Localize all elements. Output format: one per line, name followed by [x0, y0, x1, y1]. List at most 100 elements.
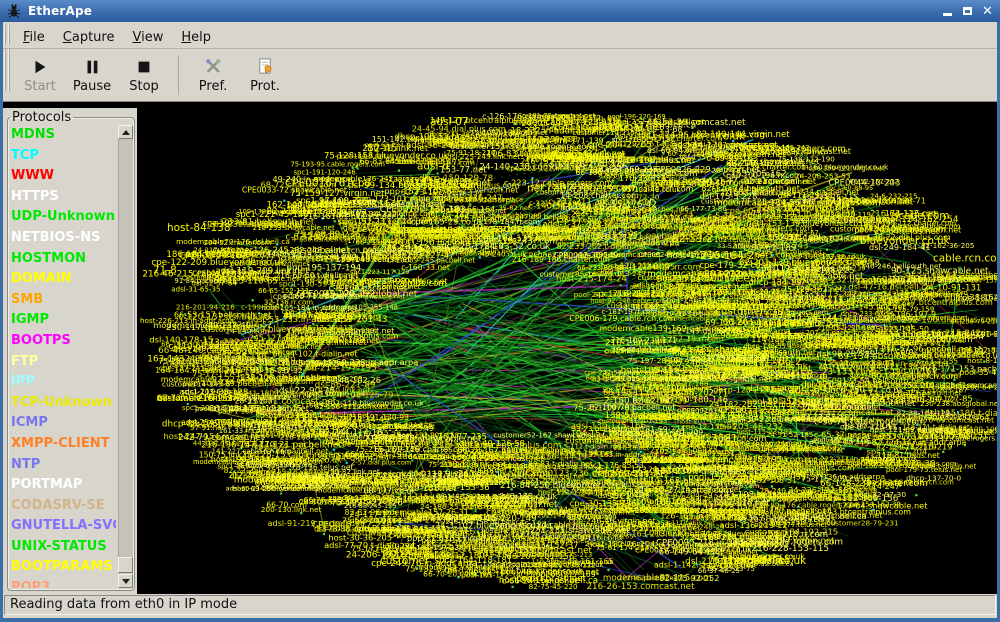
protocol-item-pop3: POP3	[11, 580, 51, 588]
maximize-icon	[963, 7, 972, 15]
node-label[interactable]: adsl-69	[788, 385, 827, 397]
protocols-scrollbar[interactable]	[118, 125, 133, 588]
menu-view[interactable]: View	[123, 27, 172, 48]
scrollbar-thumb[interactable]	[118, 557, 133, 573]
node-label[interactable]: customer13081	[655, 433, 738, 445]
svg-text:adsl-249-78-203: adsl-249-78-203	[786, 303, 841, 311]
svg-text:ppp-78-62-19: ppp-78-62-19	[287, 199, 343, 209]
menubar-grip-handle[interactable]	[4, 24, 11, 46]
svg-text:adsl-96-242-159: adsl-96-242-159	[406, 141, 477, 151]
svg-text:1-160.blueyonder.co.uk: 1-160.blueyonder.co.uk	[801, 163, 889, 172]
protocol-item-unix-status: UNIX-STATUS	[11, 538, 107, 554]
node-label[interactable]: customer	[380, 555, 430, 567]
minimize-button[interactable]	[939, 4, 956, 19]
node-label[interactable]: co.uk	[717, 131, 746, 143]
svg-text:ppp-116-79-159: ppp-116-79-159	[877, 305, 934, 314]
svg-text:cpe-62-79-175: cpe-62-79-175	[744, 408, 795, 416]
svg-text:spc1-37-68-136: spc1-37-68-136	[818, 484, 877, 493]
node-label[interactable]: 71-8	[153, 265, 177, 277]
node-label[interactable]: blueyonder.co.uk	[860, 235, 951, 247]
svg-text:9-110.co.uk: 9-110.co.uk	[580, 534, 624, 543]
prot-button[interactable]: Prot.	[240, 51, 290, 99]
svg-text:66-149-64-152: 66-149-64-152	[659, 546, 722, 556]
node-label[interactable]: scape.com	[893, 210, 949, 222]
svg-text:75-144-55-114: 75-144-55-114	[728, 463, 783, 472]
close-button[interactable]: ✕	[979, 4, 996, 19]
svg-text:24-51-52-185: 24-51-52-185	[766, 431, 813, 439]
toolbar-items: Start Pause Stop Pref. Prot.	[14, 49, 291, 101]
svg-text:245-39.blueyonder.co.uk: 245-39.blueyonder.co.uk	[453, 461, 544, 470]
svg-text:c-25-120.pacbell.net: c-25-120.pacbell.net	[676, 478, 756, 487]
node-label[interactable]: spc1-4e	[607, 490, 648, 502]
protocols-list[interactable]: MDNS TCP WWW HTTPS UDP-Unknown NETBIOS-NS HOST…	[11, 125, 116, 588]
svg-text:dhcp-65-162-162: dhcp-65-162-162	[514, 508, 571, 516]
svg-text:24-169-224.blueyonder.co.uk: 24-169-224.blueyonder.co.uk	[690, 532, 811, 542]
toolbar-button-label: Prot.	[250, 78, 280, 94]
title-bar[interactable]: EtherApe ✕	[0, 0, 1000, 22]
node-label[interactable]: cable.rcn.co	[933, 253, 997, 265]
svg-text:216-79-64-55: 216-79-64-55	[307, 419, 363, 429]
scroll-up-button[interactable]	[118, 125, 133, 139]
arrow-down-icon	[121, 578, 130, 584]
menu-help[interactable]: Help	[172, 27, 220, 48]
main-area: Protocols MDNS TCP WWW HTTPS UDP-Unknown NETB…	[3, 102, 997, 594]
svg-text:cpe-221-130.dial.plus.com: cpe-221-130.dial.plus.com	[441, 544, 542, 553]
maximize-button[interactable]	[959, 4, 976, 19]
node-label[interactable]: 82-39-2	[672, 233, 713, 245]
protocols-frame: Protocols MDNS TCP WWW HTTPS UDP-Unknown NETB…	[7, 110, 135, 591]
network-graph-canvas[interactable]: CPE001-29-162 c-171-215-219 ppp-123-101.ca…	[137, 108, 997, 594]
svg-text:cpe-150-107-38: cpe-150-107-38	[521, 448, 575, 456]
protocol-item-www: WWW	[11, 168, 55, 184]
svg-text:CPE00241-180.cable.rogers.com: CPE00241-180.cable.rogers.com	[219, 389, 341, 398]
start-button[interactable]: Start	[15, 51, 65, 99]
document-icon	[256, 57, 275, 77]
menu-bar: File Capture View Help	[3, 22, 997, 49]
node-label[interactable]: adsl-75-53	[783, 317, 839, 329]
pref-button[interactable]: Pref.	[188, 51, 238, 99]
svg-text:75-159-127.virgin.net: 75-159-127.virgin.net	[290, 189, 385, 199]
node-label[interactable]: gehomedsl.co.uk	[717, 555, 807, 567]
svg-text:82-60-214-212: 82-60-214-212	[604, 469, 669, 479]
protocol-item-bootparams: BOOTPARAMS	[11, 559, 113, 575]
toolbar-grip-handle[interactable]	[4, 49, 11, 91]
etherape-window: EtherApe ✕ File Capture View Help Start Paus…	[0, 0, 1000, 622]
node-label[interactable]: absglobal.net	[592, 121, 663, 133]
pause-button[interactable]: Pause	[67, 51, 117, 99]
node-label[interactable]: c-24-129-4	[805, 339, 862, 351]
svg-text:24-117-123.link.net: 24-117-123.link.net	[349, 509, 431, 519]
svg-text:pool-112-30.net: pool-112-30.net	[516, 574, 586, 584]
svg-text:host-162-138.bellsouth.net: host-162-138.bellsouth.net	[803, 398, 916, 408]
protocol-item-tcp-unknown: TCP-Unknown	[11, 394, 113, 410]
stop-button[interactable]: Stop	[119, 51, 169, 99]
node-label[interactable]: adsl-d	[417, 161, 449, 173]
svg-text:CPE0099-130.t-dialin.net: CPE0099-130.t-dialin.net	[759, 447, 844, 455]
scroll-down-button[interactable]	[118, 574, 133, 588]
node-label[interactable]: CPE0017ee8d	[690, 273, 763, 285]
svg-text:238-46.dsl.bell.ca: 238-46.dsl.bell.ca	[794, 512, 866, 521]
svg-text:cpe-122-235-112: cpe-122-235-112	[534, 560, 596, 569]
svg-text:113-242.rr.com: 113-242.rr.com	[823, 288, 886, 298]
node-label[interactable]: 82-45	[367, 143, 397, 155]
node-label[interactable]: net.cable.rogers.com	[527, 182, 638, 194]
node-label[interactable]: customer2795	[715, 305, 791, 317]
protocol-item-https: HTTPS	[11, 188, 59, 204]
toolbar-separator	[178, 55, 179, 95]
node-label[interactable]: dsl-sta	[613, 209, 648, 221]
node-label[interactable]: 24-58	[783, 369, 813, 381]
node-label[interactable]: CPE0016761cb8	[285, 177, 371, 189]
toolbar: Start Pause Stop Pref. Prot.	[3, 49, 997, 102]
svg-text:dsl-151-47.cable.rcn.com: dsl-151-47.cable.rcn.com	[694, 176, 798, 186]
node-label[interactable]: 75-8	[680, 453, 704, 465]
svg-text:spc1-138-166-152: spc1-138-166-152	[866, 381, 933, 390]
svg-text:23-133.com: 23-133.com	[822, 368, 874, 378]
menu-file[interactable]: File	[14, 27, 54, 48]
node-label[interactable]: adsl-07	[430, 116, 469, 128]
menu-capture[interactable]: Capture	[54, 27, 124, 48]
svg-text:35-82.net: 35-82.net	[498, 204, 530, 212]
svg-text:host-89-215.bellsouth.net: host-89-215.bellsouth.net	[422, 214, 523, 223]
node-label[interactable]: 66-2	[778, 356, 802, 368]
node-label[interactable]: host-84-138	[167, 222, 231, 234]
node-label[interactable]: 49m.addr.arpa	[470, 223, 547, 235]
svg-text:CPE0092-30-149: CPE0092-30-149	[553, 251, 618, 260]
node-label[interactable]: 216-164-2	[700, 250, 754, 262]
